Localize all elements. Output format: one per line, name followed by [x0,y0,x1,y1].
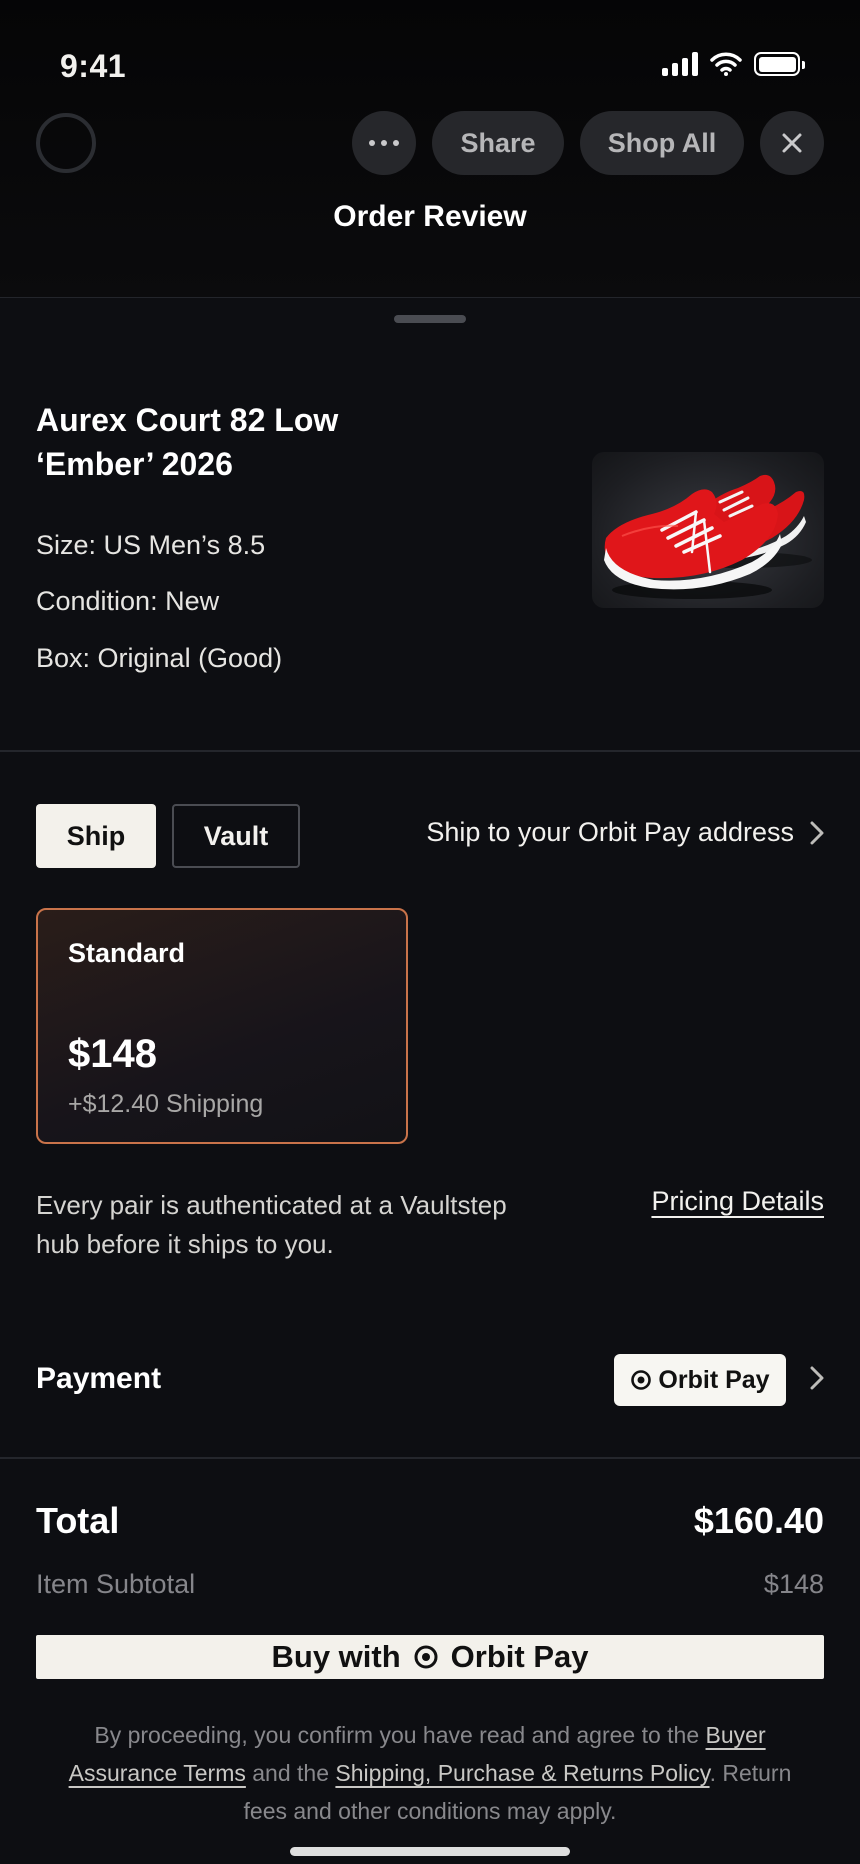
buy-button-brand: Orbit Pay [450,1639,589,1674]
battery-icon [754,52,805,76]
subtotal-label: Item Subtotal [36,1569,196,1599]
section-divider [0,1457,860,1459]
wifi-icon [710,52,742,76]
product-size: Size: US Men’s 8.5 [36,530,266,560]
shop-all-button[interactable]: Shop All [580,111,744,175]
shipping-option-fee: +$12.40 Shipping [68,1090,264,1118]
status-icons [662,52,805,76]
shipping-option-standard[interactable]: Standard $148 +$12.40 Shipping [36,908,408,1144]
home-indicator[interactable] [290,1847,570,1856]
shipping-option-title: Standard [68,938,186,968]
cellular-signal-icon [662,52,698,76]
payment-method-label: Orbit Pay [658,1365,770,1394]
product-condition: Condition: New [36,586,220,616]
top-header: 9:41 Share Shop All Order Review [0,0,860,298]
product-name: Aurex Court 82 Low ‘Ember’ 2026 [36,402,339,482]
total-value: $160.40 [693,1500,824,1541]
tab-vault[interactable]: Vault [172,804,300,868]
subtotal-value: $148 [763,1569,824,1599]
sheet-grabber-handle[interactable] [394,315,466,323]
pricing-details-link[interactable]: Pricing Details [651,1186,824,1217]
legal-text-2: and the [245,1760,336,1786]
loading-spinner-icon [36,113,96,173]
chevron-right-icon [810,821,824,844]
ship-to-address-link[interactable]: Ship to your Orbit Pay address [426,817,824,848]
authentication-note: Every pair is authenticated at a Vaultst… [36,1190,507,1259]
close-icon [782,133,802,153]
payment-method-button[interactable]: Orbit Pay [614,1354,786,1406]
share-button[interactable]: Share [432,111,564,175]
payment-label: Payment [36,1362,162,1395]
total-label: Total [36,1500,120,1541]
ship-to-label: Ship to your Orbit Pay address [426,817,794,847]
buy-with-orbit-pay-button[interactable]: Buy with Orbit Pay [36,1635,824,1679]
product-image [592,452,824,608]
product-box: Box: Original (Good) [36,643,283,673]
orbit-pay-logo-icon [631,1370,652,1390]
shipping-option-price: $148 [68,1032,157,1076]
orbit-pay-logo-icon [414,1645,438,1669]
legal-disclaimer: By proceeding, you confirm you have read… [48,1716,812,1830]
more-dots-icon [369,140,399,146]
close-button[interactable] [760,111,824,175]
more-options-button[interactable] [352,111,416,175]
tab-ship[interactable]: Ship [36,804,156,868]
shipping-returns-policy-link[interactable]: Shipping, Purchase & Returns Policy [335,1760,709,1786]
payment-chevron-right-icon[interactable] [810,1366,824,1390]
page-title: Order Review [333,200,527,233]
buy-button-prefix: Buy with [271,1639,401,1674]
status-time: 9:41 [60,48,127,84]
legal-text-1: By proceeding, you confirm you have read… [94,1722,706,1748]
section-divider [0,750,860,752]
